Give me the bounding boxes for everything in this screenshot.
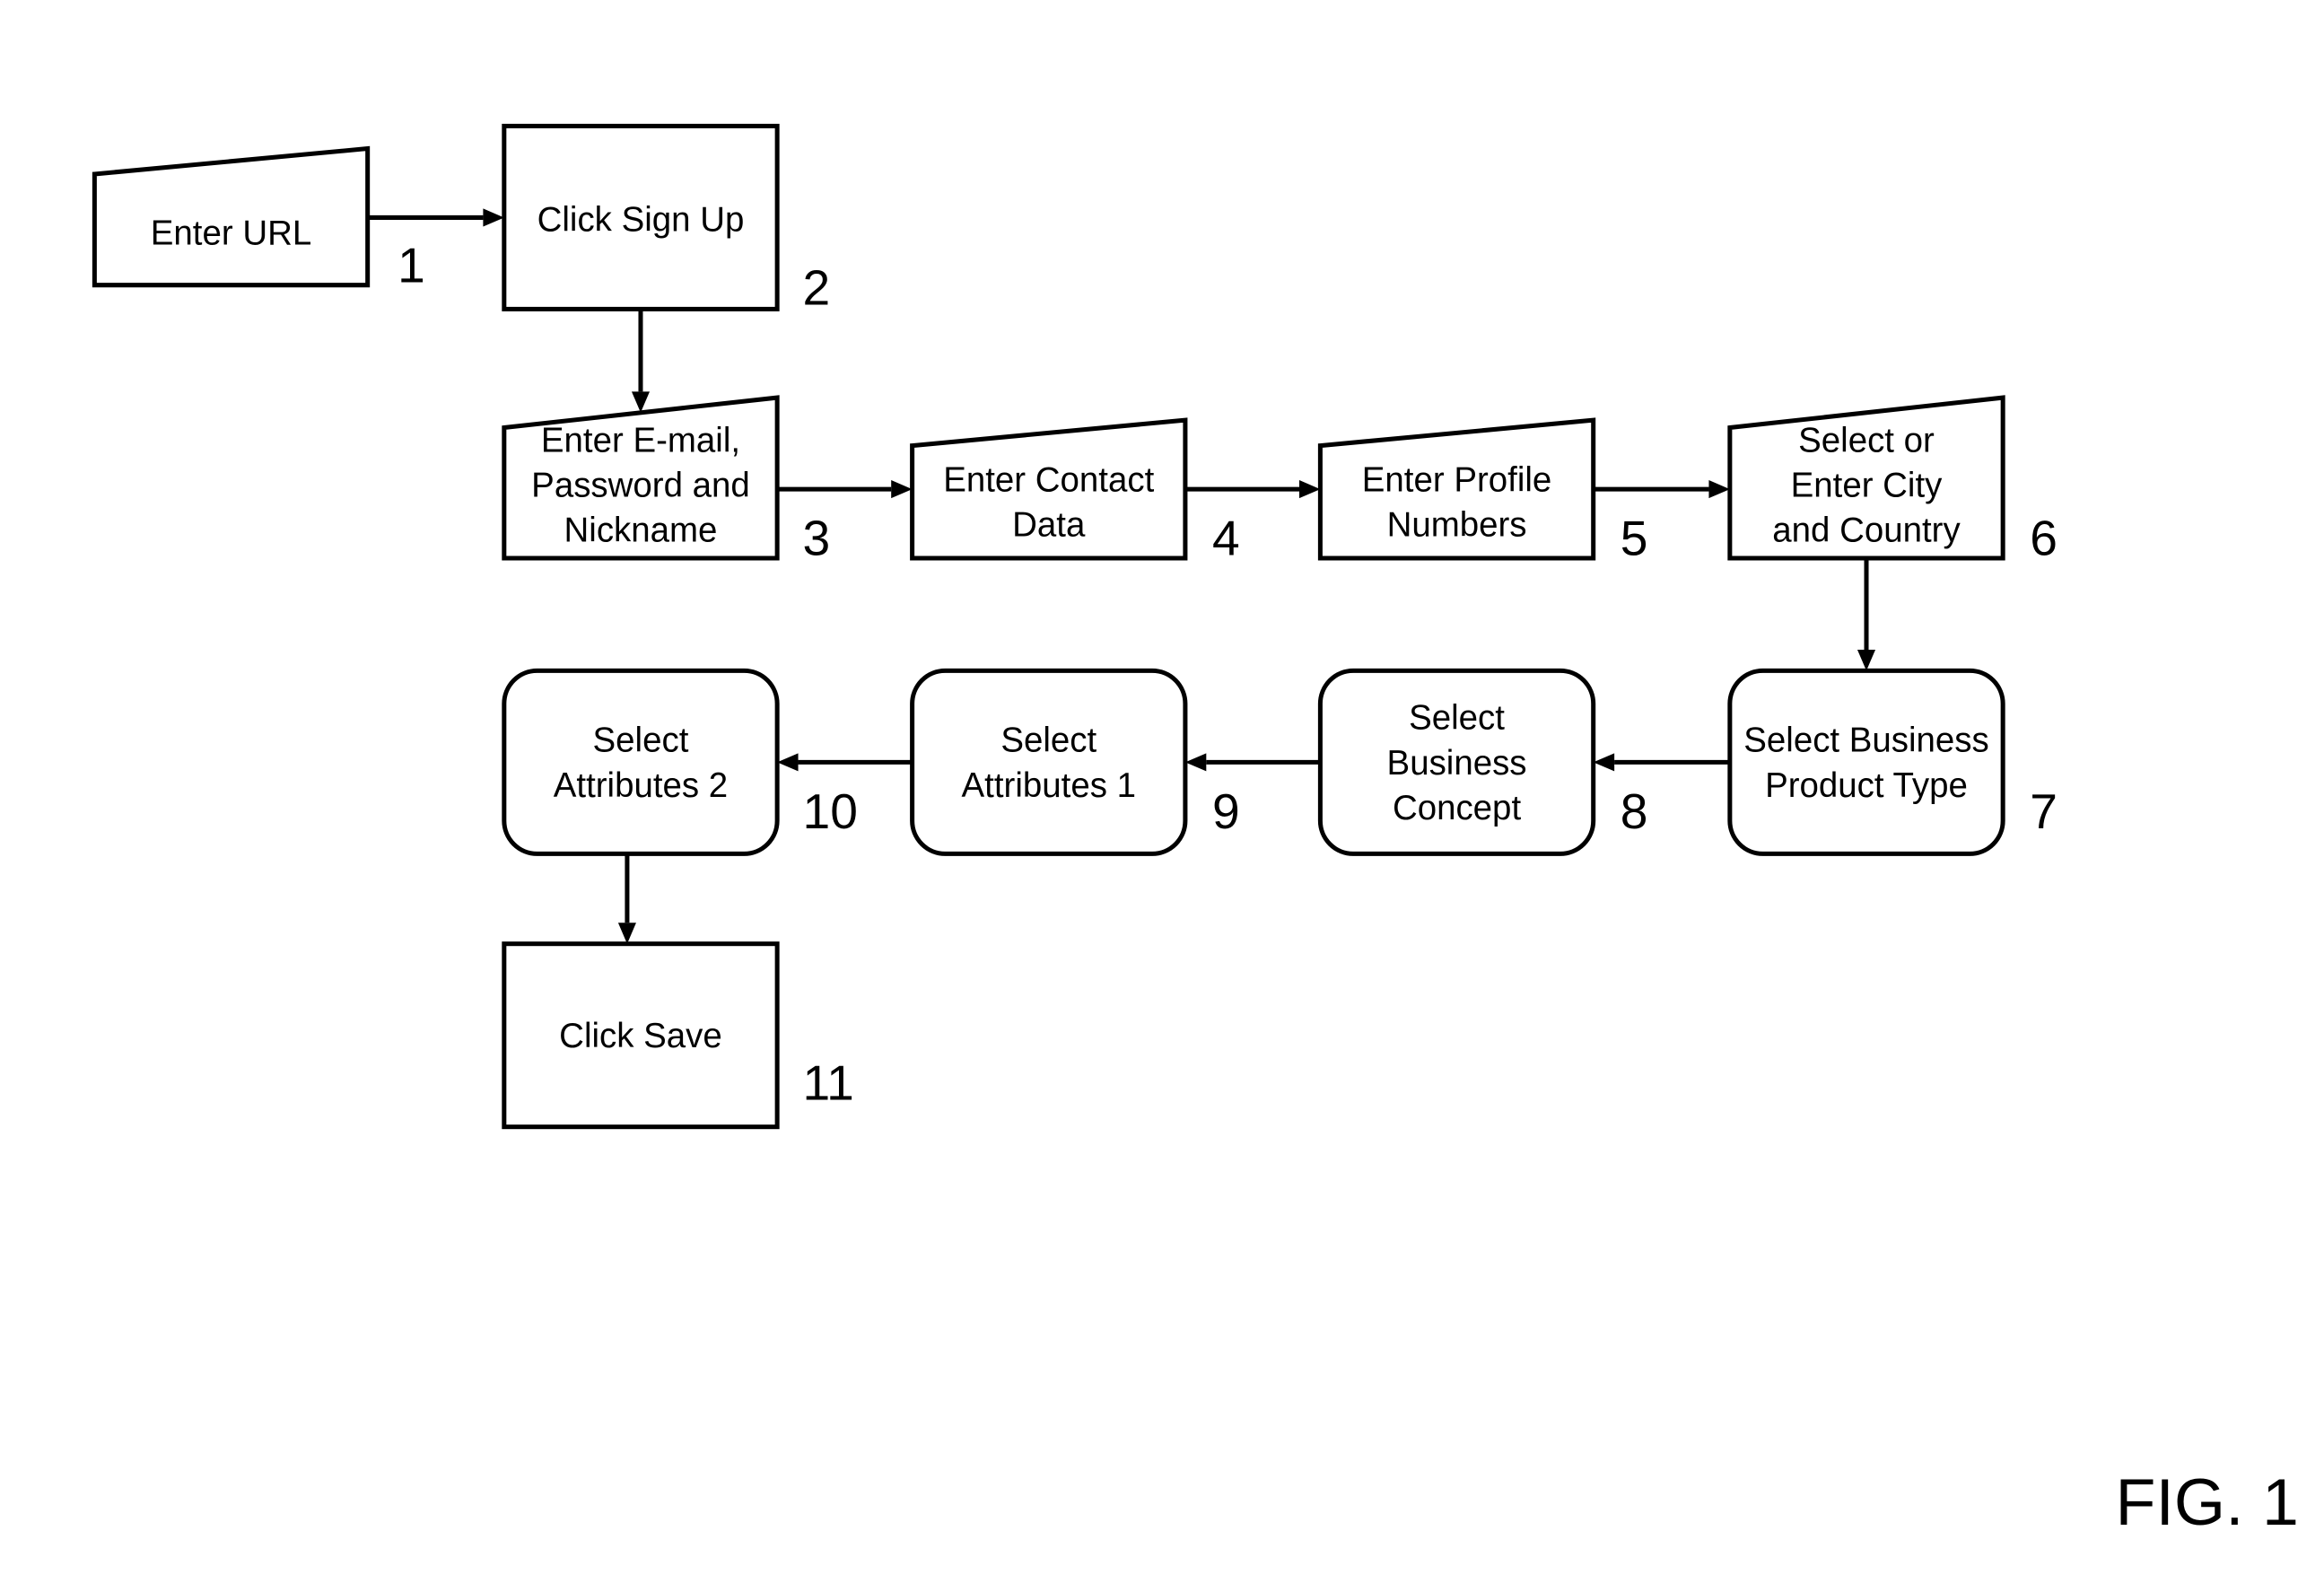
step-3-label-line: Nickname [564,512,718,550]
step-8-label-line: Business [1387,744,1527,783]
step-9-shape [910,668,1188,856]
step-11: Click Save 11 [502,941,854,1130]
arrowhead-icon [777,753,799,772]
step-11-label-line: Click Save [559,1017,722,1055]
arrowhead-icon [1857,649,1876,671]
step-7: Select Business Product Type 7 [1727,668,2058,856]
step-6: Select or Enter City and Country 6 [1727,395,2058,566]
step-9-label-line: Select [1000,722,1096,760]
step-10-label-line: Attributes 2 [554,766,728,805]
arrow-9-to-10 [777,753,913,772]
step-6-label-line: Select or [1798,421,1935,459]
arrow-7-to-8 [1593,753,1730,772]
arrow-1-to-2 [367,208,504,227]
step-5-number: 5 [1621,511,1648,566]
arrow-6-to-7 [1857,557,1876,671]
step-3-label-line: Enter E-mail, [541,421,740,459]
arrowhead-icon [1298,480,1321,499]
step-5-label-line: Numbers [1387,506,1527,545]
step-6-label-line: and Country [1772,512,1961,550]
step-7-label-line: Select Business [1743,722,1988,760]
arrow-10-to-11 [617,853,636,944]
step-6-number: 6 [2030,511,2058,566]
step-1-label-line: Enter URL [151,214,311,253]
arrowhead-icon [1184,753,1207,772]
step-7-label-line: Product Type [1765,766,1968,805]
arrow-2-to-3 [631,309,651,413]
step-11-number: 11 [803,1055,854,1111]
step-10-number: 10 [803,783,858,839]
step-9-number: 9 [1212,783,1240,839]
step-7-number: 7 [2030,783,2058,839]
arrowhead-icon [1593,753,1615,772]
step-2: Click Sign Up 2 [502,123,831,315]
step-5: Enter Profile Numbers 5 [1317,417,1648,566]
step-5-label-line: Enter Profile [1362,461,1552,500]
step-4: Enter Contact Data 4 [910,417,1240,566]
step-2-label-line: Click Sign Up [537,200,745,239]
arrowhead-icon [891,480,913,499]
arrow-8-to-9 [1184,753,1321,772]
step-3-label-line: Password and [531,466,750,504]
step-10-shape [502,668,780,856]
arrowhead-icon [483,208,504,227]
step-2-number: 2 [803,259,831,315]
step-4-label-line: Data [1012,506,1086,545]
arrowhead-icon [617,923,636,944]
step-4-label-line: Enter Contact [943,461,1154,500]
step-3-number: 3 [803,511,831,566]
flowchart: Enter URL 1 Click Sign Up 2 Enter E-mail, Pas… [92,123,2299,1539]
step-8-label-line: Concept [1393,789,1521,827]
nodes: Enter URL 1 Click Sign Up 2 Enter E-mail, Pas… [92,123,2058,1130]
step-6-label-line: Enter City [1791,466,1944,504]
step-10-label-line: Select [593,722,689,760]
arrowhead-icon [631,391,651,413]
step-1: Enter URL 1 [92,145,425,293]
step-8-number: 8 [1621,783,1648,839]
arrow-3-to-4 [777,480,913,499]
step-9-label-line: Attributes 1 [962,766,1136,805]
step-7-shape [1727,668,2005,856]
step-1-number: 1 [398,237,425,293]
figure-label: FIG. 1 [2116,1465,2299,1539]
arrow-4-to-5 [1184,480,1321,499]
arrow-5-to-6 [1593,480,1730,499]
step-8-label-line: Select [1409,699,1505,738]
arrowhead-icon [1708,480,1730,499]
step-4-number: 4 [1212,511,1240,566]
step-3: Enter E-mail, Password and Nickname 3 [502,395,831,566]
